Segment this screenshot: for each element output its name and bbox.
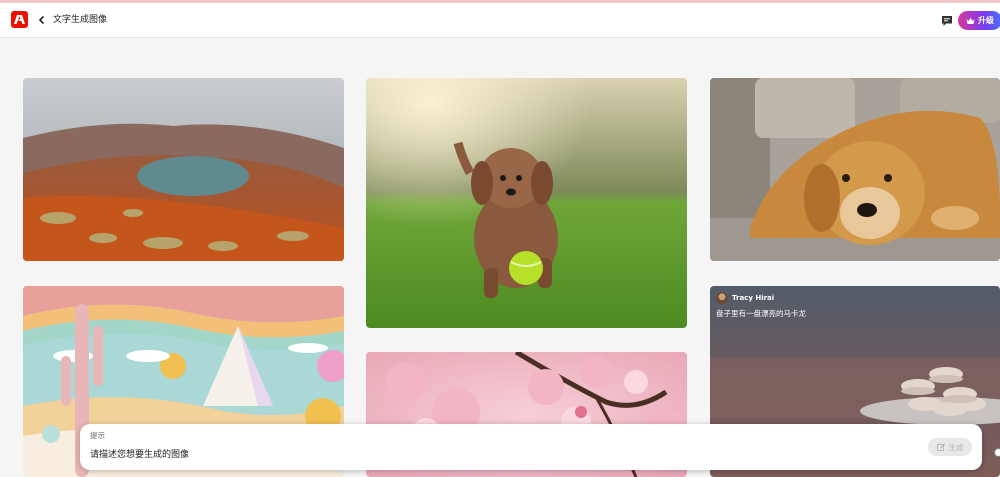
puppy-ball-image[interactable] (366, 78, 687, 328)
upgrade-label: 升级 (978, 16, 994, 25)
prompt-input[interactable] (90, 446, 910, 460)
generate-label: 生成 (948, 442, 964, 452)
crater-lake-image[interactable] (23, 78, 344, 261)
chat-bubble-icon[interactable] (940, 13, 954, 27)
scroll-handle[interactable] (994, 448, 1000, 457)
adobe-logo-icon[interactable] (11, 11, 28, 28)
app-header: 文字生成图像 升级 (0, 3, 1000, 38)
back-arrow-icon[interactable] (37, 12, 49, 28)
author-name[interactable]: Tracy Hirai (732, 293, 774, 303)
prompt-label: 提示 (90, 431, 105, 440)
edit-icon (936, 442, 945, 451)
prompt-bar: 提示 生成 (80, 424, 982, 470)
image-prompt-text: 盘子里有一盘漂亮的马卡龙 (716, 309, 806, 318)
golden-retriever-image[interactable] (710, 78, 1000, 261)
author-avatar[interactable] (716, 292, 728, 304)
generate-button[interactable]: 生成 (928, 438, 972, 456)
upgrade-button[interactable]: 升级 (958, 11, 1000, 30)
page-title: 文字生成图像 (53, 15, 108, 25)
crown-icon (966, 17, 975, 24)
